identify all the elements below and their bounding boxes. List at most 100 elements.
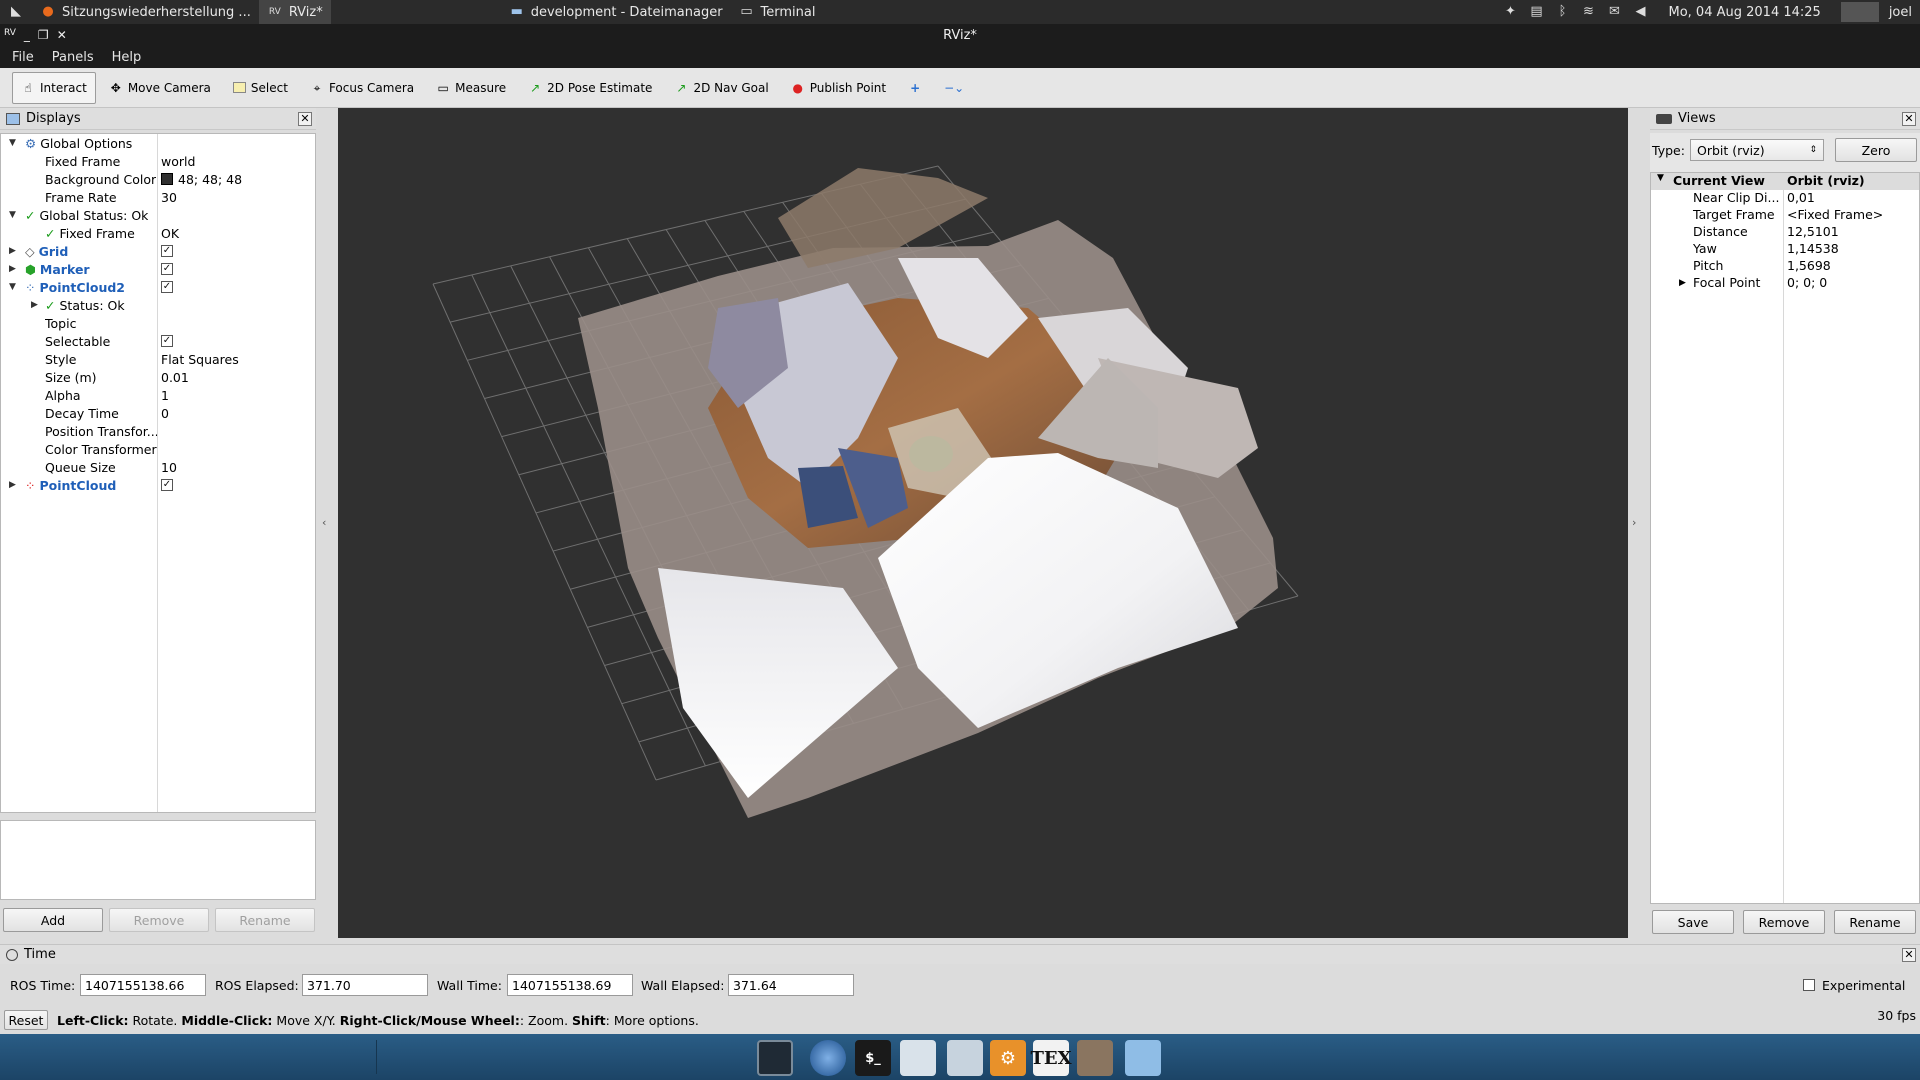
tree-value[interactable]: 0; 0; 0 [1787, 275, 1827, 290]
menu-help[interactable]: Help [112, 50, 142, 65]
drive-icon[interactable]: ▤ [1529, 5, 1545, 19]
color-swatch[interactable] [161, 173, 173, 185]
tool-interact[interactable]: ☝ Interact [12, 71, 96, 104]
expand-arrow-icon[interactable]: ▶ [9, 264, 16, 274]
tree-row-alpha[interactable]: Alpha 1 [1, 386, 315, 404]
folder-icon[interactable] [1125, 1040, 1161, 1076]
terminal-icon[interactable]: $_ [855, 1040, 891, 1076]
tree-value[interactable]: 0.01 [161, 370, 189, 385]
tree-row-background-color[interactable]: Background Color 48; 48; 48 [1, 170, 315, 188]
tree-row-decay-time[interactable]: Decay Time 0 [1, 404, 315, 422]
tree-row-style[interactable]: Style Flat Squares [1, 350, 315, 368]
tree-value[interactable]: 1,14538 [1787, 241, 1839, 256]
tex-editor-icon[interactable]: TEX [1030, 1040, 1072, 1076]
expand-arrow-icon[interactable]: ▶ [1679, 278, 1686, 288]
tree-value[interactable]: world [161, 154, 195, 169]
tree-row-grid[interactable]: ▶ ◇ Grid ✓ [1, 242, 315, 260]
tree-row-pointcloud[interactable]: ▶ ⁘ PointCloud ✓ [1, 476, 315, 494]
selectable-checkbox[interactable]: ✓ [161, 335, 173, 347]
menu-panels[interactable]: Panels [52, 50, 94, 65]
save-view-button[interactable]: Save [1652, 910, 1734, 934]
add-display-button[interactable]: Add [3, 908, 103, 932]
enable-checkbox[interactable]: ✓ [161, 263, 173, 275]
tool-measure[interactable]: ▭ Measure [427, 72, 515, 104]
expand-arrow-icon[interactable]: ▶ [9, 480, 16, 490]
view-row-focal-point[interactable]: ▶ Focal Point 0; 0; 0 [1651, 275, 1919, 292]
tree-value[interactable]: <Fixed Frame> [1787, 207, 1883, 222]
render-viewport-3d[interactable] [338, 108, 1628, 938]
text-editor-icon[interactable] [947, 1040, 983, 1076]
tree-value[interactable]: 12,5101 [1787, 224, 1839, 239]
wifi-icon[interactable]: ≋ [1581, 5, 1597, 19]
browser-globe-icon[interactable] [810, 1040, 846, 1076]
tree-row-status-ok[interactable]: ▶ ✓ Status: Ok [1, 296, 315, 314]
rename-display-button[interactable]: Rename [215, 908, 315, 932]
tree-row-fixed-frame[interactable]: Fixed Frame world [1, 152, 315, 170]
rename-view-button[interactable]: Rename [1834, 910, 1916, 934]
enable-checkbox[interactable]: ✓ [161, 245, 173, 257]
window-switcher-icon[interactable] [900, 1040, 936, 1076]
collapse-arrow-icon[interactable]: ▼ [9, 138, 16, 148]
dropbox-icon[interactable]: ✦ [1503, 5, 1519, 19]
tree-row-global-options[interactable]: ▼ ⚙ Global Options [1, 134, 315, 152]
wall-time-field[interactable]: 1407155138.69 [507, 974, 633, 996]
tree-row-size[interactable]: Size (m) 0.01 [1, 368, 315, 386]
remove-view-button[interactable]: Remove [1743, 910, 1825, 934]
tree-row-color-transformer[interactable]: Color Transformer [1, 440, 315, 458]
view-type-select[interactable]: Orbit (rviz) ⇕ [1690, 139, 1824, 161]
tree-row-queue-size[interactable]: Queue Size 10 [1, 458, 315, 476]
remove-tool-button[interactable]: −⌄ [935, 72, 967, 104]
tree-row-fixed-frame-status[interactable]: ✓ Fixed Frame OK [1, 224, 315, 242]
close-panel-icon[interactable]: ✕ [298, 111, 312, 126]
tool-2d-nav-goal[interactable]: ↗ 2D Nav Goal [665, 72, 777, 104]
tree-row-marker[interactable]: ▶ ⬢ Marker ✓ [1, 260, 315, 278]
expand-arrow-icon[interactable]: ▶ [9, 246, 16, 256]
tree-value[interactable]: 0 [161, 406, 169, 421]
tree-row-global-status[interactable]: ▼ ✓ Global Status: Ok [1, 206, 315, 224]
tool-move-camera[interactable]: ✥ Move Camera [100, 72, 220, 104]
collapse-arrow-icon[interactable]: ▼ [9, 282, 16, 292]
task-terminal[interactable]: ▭ Terminal [731, 0, 824, 24]
ros-elapsed-field[interactable]: 371.70 [302, 974, 428, 996]
tree-value[interactable]: 1,5698 [1787, 258, 1831, 273]
experimental-checkbox[interactable] [1803, 979, 1815, 991]
add-tool-button[interactable]: + [899, 72, 931, 104]
tool-2d-pose-estimate[interactable]: ↗ 2D Pose Estimate [519, 72, 661, 104]
tree-value[interactable]: 30 [161, 190, 177, 205]
tool-focus-camera[interactable]: ⌖ Focus Camera [301, 72, 423, 104]
current-view-row[interactable]: ▼ Current View Orbit (rviz) [1651, 173, 1919, 190]
tree-row-frame-rate[interactable]: Frame Rate 30 [1, 188, 315, 206]
tree-value[interactable]: 0,01 [1787, 190, 1815, 205]
view-row-distance[interactable]: Distance 12,5101 [1651, 224, 1919, 241]
enable-checkbox[interactable]: ✓ [161, 479, 173, 491]
menu-file[interactable]: File [12, 50, 34, 65]
close-panel-icon[interactable]: ✕ [1902, 111, 1916, 126]
collapse-arrow-icon[interactable]: ▼ [1657, 173, 1664, 183]
settings-icon[interactable]: ⚙ [990, 1040, 1026, 1076]
tree-row-pointcloud2[interactable]: ▼ ⁘ PointCloud2 ✓ [1, 278, 315, 296]
ros-time-field[interactable]: 1407155138.66 [80, 974, 206, 996]
zero-button[interactable]: Zero [1835, 138, 1917, 162]
tree-row-topic[interactable]: Topic [1, 314, 315, 332]
collapse-left-panel-icon[interactable]: ‹ [322, 516, 326, 529]
task-firefox[interactable]: ● Sitzungswiederherstellung ... [32, 0, 259, 24]
task-rviz[interactable]: RV RViz* [258, 0, 331, 24]
desktop-icon[interactable] [757, 1040, 793, 1076]
desktop-switcher[interactable] [1840, 2, 1879, 22]
view-row-pitch[interactable]: Pitch 1,5698 [1651, 258, 1919, 275]
wall-elapsed-field[interactable]: 371.64 [728, 974, 854, 996]
mail-icon[interactable]: ✉ [1607, 5, 1623, 19]
app-menu-button[interactable]: ◣ [0, 0, 32, 24]
view-row-target-frame[interactable]: Target Frame <Fixed Frame> [1651, 207, 1919, 224]
enable-checkbox[interactable]: ✓ [161, 281, 173, 293]
expand-arrow-icon[interactable]: ▶ [31, 300, 38, 310]
volume-icon[interactable]: ◀ [1633, 5, 1649, 19]
gimp-icon[interactable] [1077, 1040, 1113, 1076]
tree-value[interactable]: 1 [161, 388, 169, 403]
view-row-yaw[interactable]: Yaw 1,14538 [1651, 241, 1919, 258]
close-panel-icon[interactable]: ✕ [1902, 947, 1916, 962]
reset-button[interactable]: Reset [4, 1010, 48, 1030]
user-name[interactable]: joel [1889, 5, 1912, 20]
tool-publish-point[interactable]: ● Publish Point [782, 72, 895, 104]
tree-value[interactable]: 10 [161, 460, 177, 475]
